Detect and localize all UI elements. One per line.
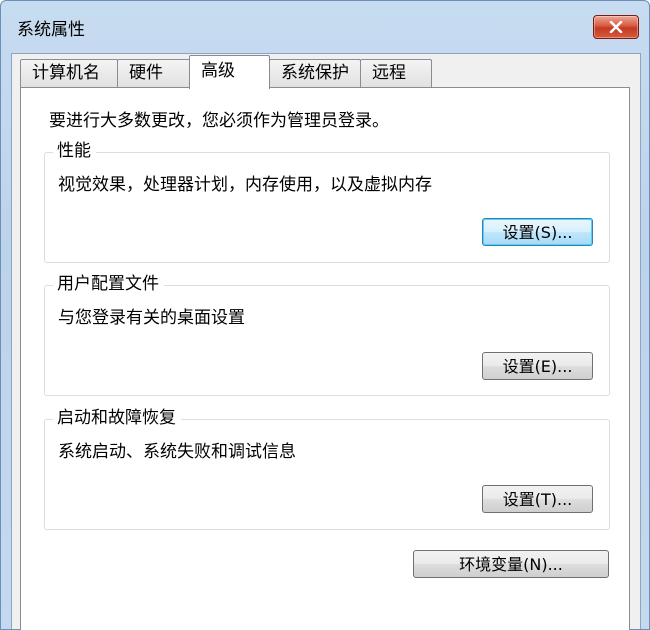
tab-computer-name[interactable]: 计算机名 <box>20 59 118 87</box>
performance-description: 视觉效果，处理器计划，内存使用，以及虚拟内存 <box>58 175 432 195</box>
environment-variables-button[interactable]: 环境变量(N)... <box>413 550 609 578</box>
startup-recovery-description: 系统启动、系统失败和调试信息 <box>58 442 296 462</box>
user-profiles-settings-button[interactable]: 设置(E)... <box>482 352 593 380</box>
tab-advanced[interactable]: 高级 <box>189 55 270 89</box>
startup-recovery-settings-button[interactable]: 设置(T)... <box>482 485 593 513</box>
tab-label: 系统保护 <box>281 63 349 83</box>
user-profiles-description: 与您登录有关的桌面设置 <box>58 308 245 328</box>
startup-recovery-group-title: 启动和故障恢复 <box>53 407 181 429</box>
tab-label: 高级 <box>201 61 235 81</box>
tab-label: 远程 <box>372 63 406 83</box>
performance-group-title: 性能 <box>53 140 96 162</box>
performance-settings-button[interactable]: 设置(S)... <box>482 218 593 246</box>
performance-group: 性能 视觉效果，处理器计划，内存使用，以及虚拟内存 <box>44 140 610 263</box>
user-profiles-group-title: 用户配置文件 <box>53 273 164 295</box>
tab-system-protection[interactable]: 系统保护 <box>269 59 361 87</box>
tab-label: 计算机名 <box>32 63 100 83</box>
title-bar[interactable]: 系统属性 <box>1 1 649 53</box>
startup-recovery-group: 启动和故障恢复 系统启动、系统失败和调试信息 <box>44 407 610 530</box>
close-icon <box>609 21 623 33</box>
tab-remote[interactable]: 远程 <box>360 59 432 87</box>
tab-label: 硬件 <box>129 63 163 83</box>
admin-note: 要进行大多数更改，您必须作为管理员登录。 <box>49 111 389 131</box>
tab-hardware[interactable]: 硬件 <box>117 59 192 87</box>
window-title: 系统属性 <box>17 20 85 40</box>
close-button[interactable] <box>593 15 639 39</box>
